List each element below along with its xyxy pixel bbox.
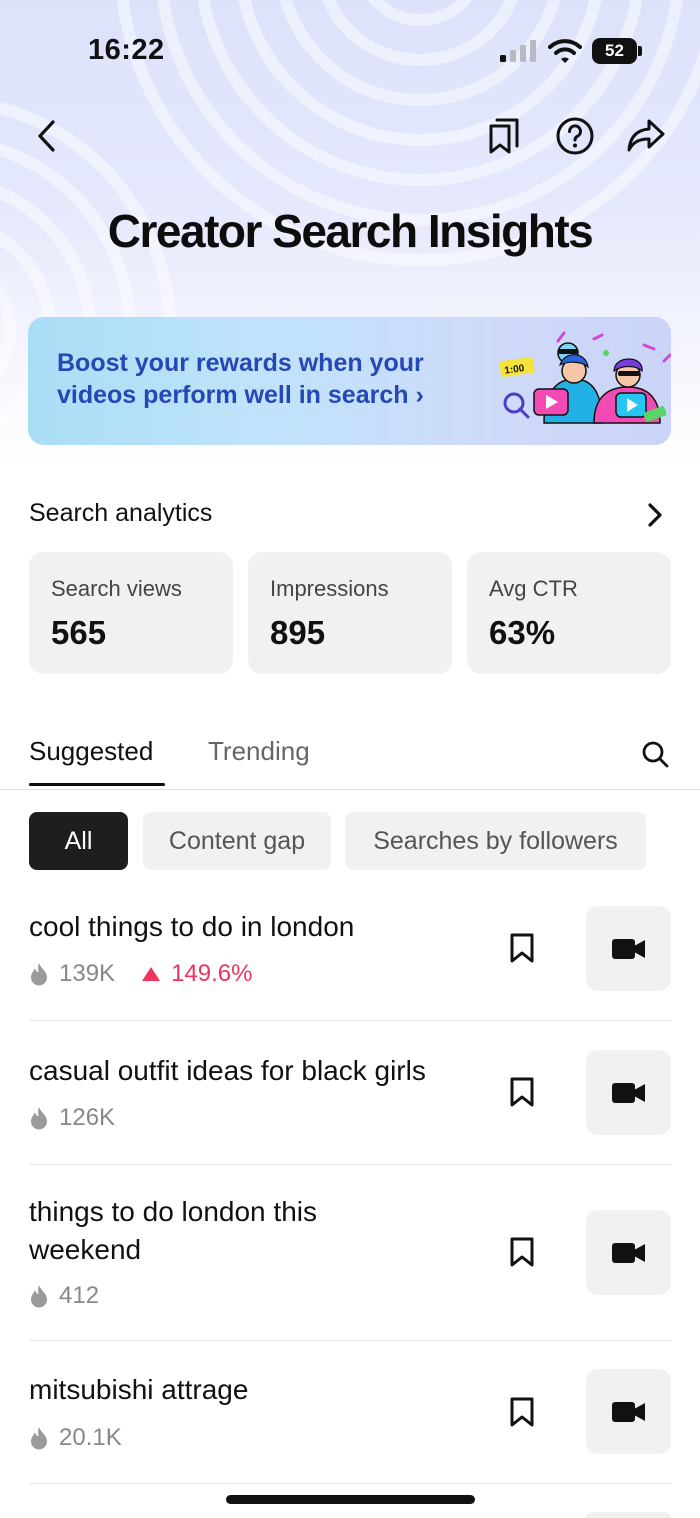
bookmark-button[interactable] (505, 1073, 539, 1111)
bookmark-button[interactable] (505, 1393, 539, 1431)
stat-value: 63% (489, 614, 556, 651)
status-time: 16:22 (88, 34, 165, 66)
bookmark-button[interactable] (505, 1233, 539, 1271)
flame-icon (29, 1284, 49, 1308)
search-stats: 126K (29, 1104, 115, 1132)
filter-chip-all[interactable]: All (29, 812, 128, 870)
rewards-banner[interactable]: Boost your rewards when your videos perf… (28, 317, 671, 445)
battery-level: 52 (592, 38, 637, 64)
tab-trending[interactable]: Trending (208, 736, 310, 767)
row-divider (29, 1483, 671, 1484)
search-volume: 139K (59, 960, 116, 987)
stat-card-avg-ctr[interactable]: Avg CTR 63% (467, 552, 671, 674)
share-arrow-icon (627, 119, 665, 152)
search-stats: 139K 149.6% (29, 960, 252, 988)
next-row-video-button-peek (586, 1512, 671, 1518)
search-volume: 126K (59, 1104, 116, 1131)
page-title: Creator Search Insights (107, 205, 594, 257)
video-camera-icon (611, 1401, 645, 1422)
chevron-left-icon (38, 120, 55, 152)
bookmarks-icon (489, 118, 519, 154)
bookmark-icon (510, 933, 534, 963)
flame-icon (29, 1106, 49, 1130)
row-divider (29, 1340, 671, 1341)
create-video-button[interactable] (586, 1369, 671, 1454)
search-term: mitsubishi attrage (29, 1374, 249, 1405)
search-volume: 412 (59, 1282, 100, 1309)
tabs-divider (0, 789, 700, 790)
create-video-button[interactable] (586, 906, 671, 991)
search-term: things to do london this weekend (29, 1196, 317, 1265)
bookmark-icon (510, 1237, 534, 1267)
status-bar: 16:22 52 (0, 0, 700, 100)
create-video-button[interactable] (586, 1210, 671, 1295)
home-indicator[interactable] (226, 1495, 475, 1504)
trend-up-icon (141, 966, 161, 982)
help-circle-icon (556, 117, 594, 155)
banner-line-2: videos perform well in search › (57, 381, 424, 409)
back-button[interactable] (26, 114, 66, 158)
bookmark-button[interactable] (505, 929, 539, 967)
flame-icon (29, 962, 49, 986)
share-button[interactable] (624, 114, 668, 158)
stat-label: Avg CTR (489, 576, 578, 601)
video-camera-icon (611, 1242, 645, 1263)
search-button[interactable] (638, 737, 672, 771)
stat-value: 565 (51, 614, 107, 651)
bookmark-icon (510, 1397, 534, 1427)
saved-button[interactable] (484, 114, 524, 158)
banner-chevron: › (415, 381, 424, 409)
chevron-right-icon (648, 503, 662, 527)
stat-value: 895 (270, 614, 326, 651)
create-video-button[interactable] (586, 1050, 671, 1135)
search-stats: 20.1K (29, 1424, 122, 1452)
wifi-icon (548, 39, 582, 63)
creators-illustration: 1:00 (499, 331, 671, 424)
search-analytics-more-button[interactable] (640, 500, 670, 530)
stat-label: Search views (51, 576, 182, 601)
banner-line-1: Boost your rewards when your (57, 349, 424, 377)
help-button[interactable] (554, 114, 596, 158)
active-tab-indicator (29, 783, 165, 786)
filter-chip-content-gap[interactable]: Content gap (143, 812, 331, 870)
stat-card-search-views[interactable]: Search views 565 (29, 552, 233, 674)
row-divider (29, 1164, 671, 1165)
search-volume: 20.1K (59, 1424, 122, 1451)
video-camera-icon (611, 938, 645, 959)
trend-badge: 149.6% (141, 960, 252, 988)
cellular-signal-icon (500, 40, 536, 62)
banner-text: Boost your rewards when your videos perf… (57, 347, 497, 411)
search-term: cool things to do in london (29, 911, 355, 942)
row-divider (29, 1020, 671, 1021)
filter-chip-searches-by-followers[interactable]: Searches by followers (345, 812, 646, 870)
timer-label: 1:00 (504, 363, 526, 377)
stat-card-impressions[interactable]: Impressions 895 (248, 552, 452, 674)
flame-icon (29, 1426, 49, 1450)
video-camera-icon (611, 1082, 645, 1103)
search-stats: 412 (29, 1282, 99, 1310)
battery-icon: 52 (592, 38, 642, 64)
search-analytics-heading: Search analytics (29, 499, 213, 527)
search-term: casual outfit ideas for black girls (29, 1055, 426, 1086)
bookmark-icon (510, 1077, 534, 1107)
stat-label: Impressions (270, 576, 389, 601)
trend-value: 149.6% (171, 960, 253, 987)
tab-suggested[interactable]: Suggested (29, 736, 153, 767)
search-icon (642, 741, 669, 768)
